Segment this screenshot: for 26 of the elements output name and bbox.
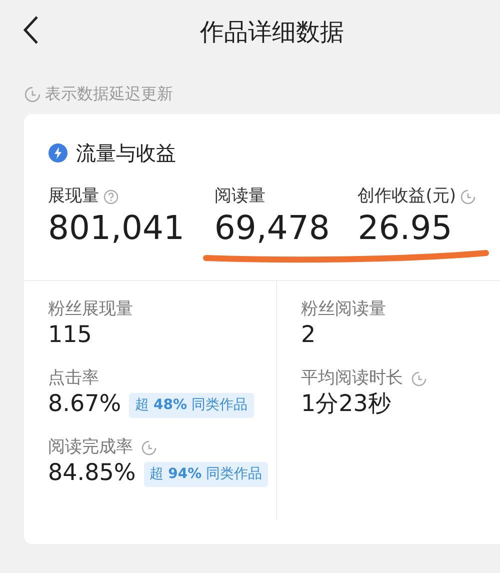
comparison-tag: 超 94% 同类作品 [144, 462, 268, 487]
stat-value: 84.85% [48, 460, 136, 488]
lightning-icon [48, 143, 68, 163]
metric-label: 创作收益(元) [358, 185, 456, 208]
stat-value: 2 [301, 322, 316, 350]
clock-icon [411, 370, 427, 387]
clock-icon [141, 440, 157, 456]
section-title: 流量与收益 [76, 140, 176, 167]
metric-value: 69,478 [214, 210, 331, 246]
stat-value: 115 [48, 322, 92, 350]
metric-label: 阅读量 [214, 185, 266, 208]
notice-text: 表示数据延迟更新 [45, 83, 173, 105]
stat-label: 阅读完成率 [48, 436, 133, 459]
clock-icon [460, 188, 476, 205]
stat-value: 1分23秒 [301, 391, 391, 419]
stat-label: 点击率 [48, 366, 99, 390]
stat-label: 平均阅读时长 [301, 366, 403, 390]
stat-label: 粉丝展现量 [48, 298, 133, 321]
metric-value: 801,041 [48, 210, 186, 246]
stat-value: 8.67% [48, 391, 122, 419]
clock-icon [24, 86, 41, 102]
metric-label: 展现量 [48, 185, 99, 208]
metric-value: 26.95 [358, 210, 454, 246]
stat-label: 粉丝阅读量 [301, 298, 386, 321]
comparison-tag: 超 48% 同类作品 [129, 392, 254, 418]
page-title: 作品详细数据 [200, 17, 344, 48]
